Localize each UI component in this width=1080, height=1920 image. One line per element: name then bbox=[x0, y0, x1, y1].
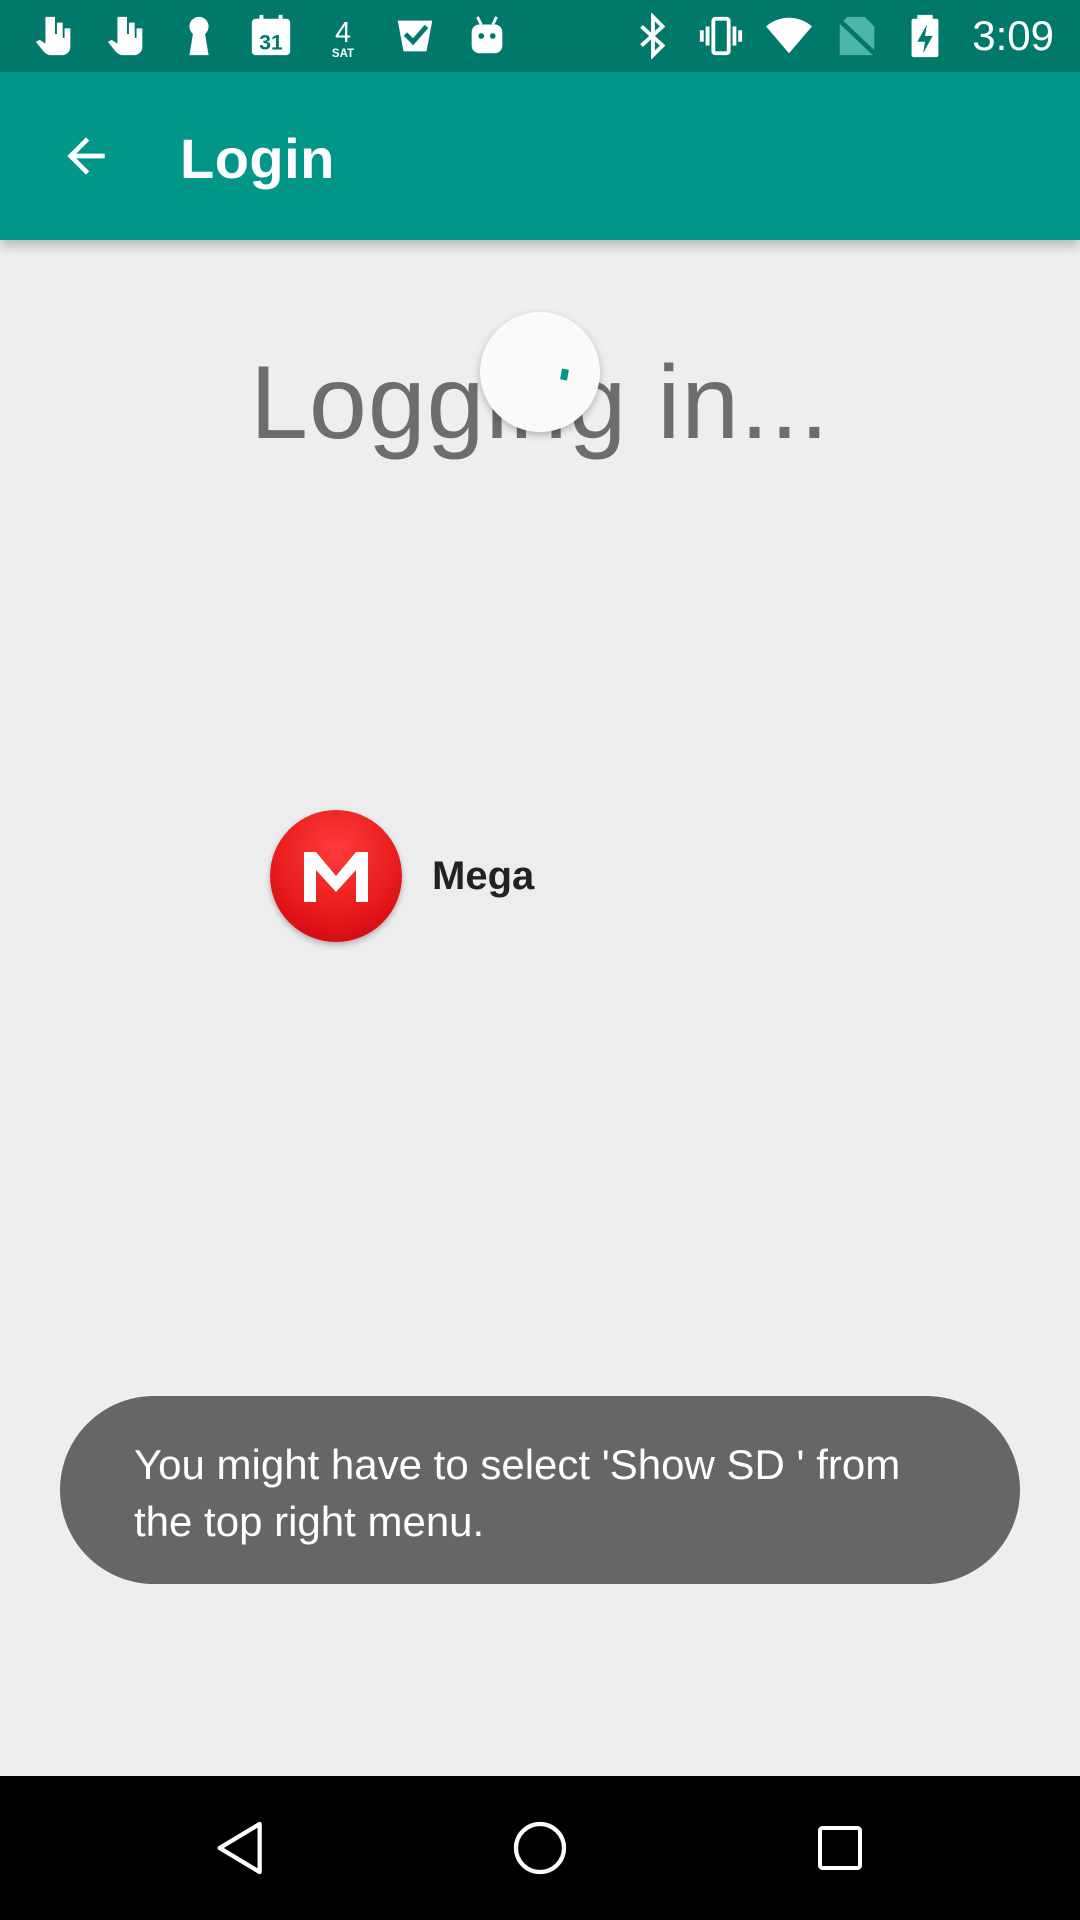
nav-home-button[interactable] bbox=[490, 1798, 590, 1898]
mega-logo-icon bbox=[270, 810, 402, 942]
account-card-mega[interactable]: Mega bbox=[238, 756, 838, 992]
mega-m-glyph bbox=[304, 852, 368, 902]
arrow-back-icon bbox=[67, 137, 105, 175]
calendar-day-text: 31 bbox=[259, 31, 283, 54]
battery-charging-icon bbox=[900, 11, 950, 61]
recents-square-icon bbox=[818, 1826, 862, 1870]
back-triangle-icon bbox=[217, 1821, 262, 1875]
weather-day-label: SAT bbox=[332, 48, 354, 59]
account-name: Mega bbox=[432, 854, 535, 898]
navigation-bar bbox=[0, 1776, 1080, 1920]
toast-message: You might have to select 'Show SD ' from… bbox=[60, 1396, 1020, 1584]
status-bar-system: 3:09 bbox=[628, 0, 1054, 72]
no-sim-icon bbox=[832, 11, 882, 61]
page-title: Login bbox=[180, 127, 335, 190]
status-bar-notifications: 31 4 SAT bbox=[30, 0, 512, 72]
toast-text: You might have to select 'Show SD ' from… bbox=[134, 1441, 901, 1545]
status-bar: 31 4 SAT 3:09 bbox=[0, 0, 1080, 72]
weather-date-icon: 4 SAT bbox=[318, 11, 368, 61]
notification-hand-icon bbox=[102, 11, 152, 61]
nav-recents-button[interactable] bbox=[790, 1798, 890, 1898]
vibrate-icon bbox=[696, 11, 746, 61]
bluetooth-icon bbox=[628, 11, 678, 61]
calendar-icon: 31 bbox=[246, 11, 296, 61]
spinner-arc bbox=[560, 368, 569, 381]
home-circle-icon bbox=[513, 1821, 567, 1875]
nav-back-button[interactable] bbox=[191, 1798, 291, 1898]
status-bar-time: 3:09 bbox=[972, 12, 1054, 59]
app-bar: Login bbox=[0, 72, 1080, 240]
loading-spinner bbox=[480, 312, 600, 432]
keyhole-icon bbox=[174, 11, 224, 61]
checkmark-app-icon bbox=[390, 11, 440, 61]
wifi-icon bbox=[764, 11, 814, 61]
weather-day-number: 4 bbox=[335, 17, 351, 49]
android-robot-icon bbox=[462, 11, 512, 61]
notification-hand-icon bbox=[30, 11, 80, 61]
back-button[interactable] bbox=[46, 116, 126, 196]
